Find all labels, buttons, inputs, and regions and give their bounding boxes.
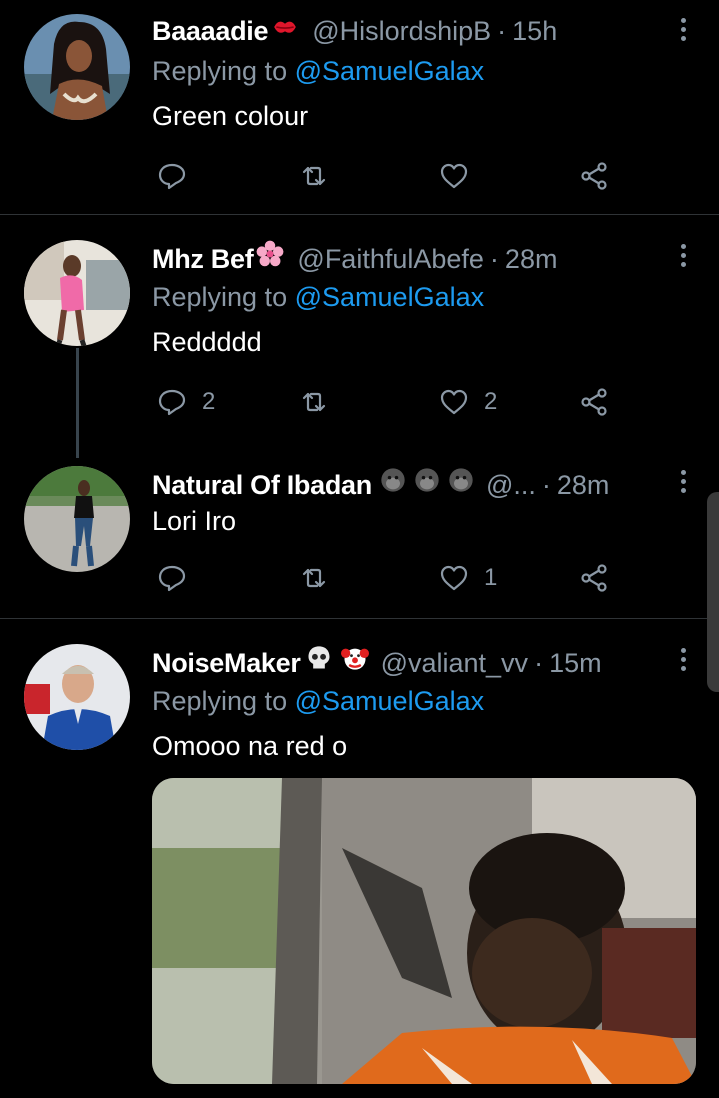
retweet-icon [302, 166, 326, 186]
tweet-header: NoiseMaker @valiant_vv · 15m [152, 644, 671, 678]
share-icon [581, 564, 607, 592]
tweet[interactable]: Baaaadie @HislordshipB · 15h Replying to… [0, 0, 719, 214]
tweet-actions [152, 158, 632, 194]
share-icon [581, 388, 607, 416]
display-name[interactable]: NoiseMaker [152, 648, 301, 679]
timestamp[interactable]: 28m [505, 244, 558, 275]
like-button[interactable]: 2 [438, 384, 497, 420]
reply-icon [158, 389, 186, 416]
reply-count: 2 [202, 388, 216, 415]
replying-to: Replying to @SamuelGalax [152, 56, 484, 87]
divider [0, 214, 719, 215]
separator-dot: · [541, 470, 551, 500]
retweet-button[interactable] [298, 560, 330, 596]
reply-icon [158, 163, 186, 190]
like-icon [440, 565, 468, 591]
display-name[interactable]: Natural Of Ibadan [152, 470, 372, 501]
kiss-mark-emoji [274, 21, 297, 33]
timestamp[interactable]: 15h [512, 16, 557, 47]
handle[interactable]: @valiant_vv [381, 648, 528, 679]
avatar[interactable] [24, 644, 130, 750]
tweet-text: Lori Iro [152, 506, 237, 536]
tweet-header: Baaaadie @HislordshipB · 15h [152, 14, 671, 48]
separator-dot: · [497, 16, 507, 46]
retweet-icon [302, 392, 326, 412]
like-icon [440, 163, 468, 189]
display-name[interactable]: Mhz Bef [152, 244, 254, 275]
more-options-icon[interactable] [679, 244, 687, 270]
display-name[interactable]: Baaaadie [152, 16, 268, 47]
reply-button[interactable] [156, 158, 202, 194]
replying-to-label: Replying to [152, 686, 288, 716]
tweet-media-image[interactable] [152, 778, 696, 1084]
retweet-icon [302, 568, 326, 588]
like-button[interactable] [438, 158, 484, 194]
avatar[interactable] [24, 14, 130, 120]
share-button[interactable] [578, 158, 610, 194]
skull-clown-emoji [303, 644, 371, 672]
tweet-header: Mhz Bef @FaithfulAbefe · 28m [152, 240, 671, 274]
reply-icon [158, 565, 186, 592]
tweet-text: Reddddd [152, 327, 262, 357]
replying-to-link[interactable]: @SamuelGalax [295, 56, 485, 86]
divider [0, 618, 719, 619]
separator-dot: · [489, 244, 499, 274]
tweet[interactable]: Mhz Bef @FaithfulAbefe · 28m Replying to… [0, 226, 719, 456]
like-button[interactable]: 1 [438, 560, 497, 596]
scrollbar[interactable] [707, 492, 719, 692]
handle[interactable]: @... [486, 470, 536, 501]
share-button[interactable] [578, 384, 610, 420]
reply-button[interactable] [156, 560, 202, 596]
separator-dot: · [534, 648, 544, 678]
tweet-actions: 2 2 [152, 384, 632, 420]
replying-to-label: Replying to [152, 56, 288, 86]
cherry-blossom-emoji [256, 240, 284, 267]
like-count: 2 [484, 388, 498, 415]
reply-button[interactable]: 2 [156, 384, 215, 420]
replying-to: Replying to @SamuelGalax [152, 686, 484, 717]
gorilla-emoji [378, 466, 476, 494]
tweet[interactable]: Natural Of Ibadan @... · 28m Lori Iro 1 [0, 452, 719, 618]
more-options-icon[interactable] [679, 18, 687, 44]
tweet-text: Green colour [152, 101, 309, 131]
like-icon [440, 389, 468, 415]
tweet-header: Natural Of Ibadan @... · 28m [152, 466, 671, 500]
replying-to-link[interactable]: @SamuelGalax [295, 686, 485, 716]
timestamp[interactable]: 28m [557, 470, 610, 501]
tweet-text: Omooo na red o [152, 731, 348, 761]
retweet-button[interactable] [298, 158, 330, 194]
replying-to: Replying to @SamuelGalax [152, 282, 484, 313]
share-button[interactable] [578, 560, 610, 596]
handle[interactable]: @HislordshipB [312, 16, 491, 47]
more-options-icon[interactable] [679, 470, 687, 496]
retweet-button[interactable] [298, 384, 330, 420]
share-icon [581, 162, 607, 190]
avatar[interactable] [24, 466, 130, 572]
thread-line [76, 348, 79, 458]
replying-to-label: Replying to [152, 282, 288, 312]
replying-to-link[interactable]: @SamuelGalax [295, 282, 485, 312]
like-count: 1 [484, 564, 498, 591]
tweet-actions: 1 [152, 560, 632, 596]
more-options-icon[interactable] [679, 648, 687, 674]
timestamp[interactable]: 15m [549, 648, 602, 679]
avatar[interactable] [24, 240, 130, 346]
handle[interactable]: @FaithfulAbefe [297, 244, 484, 275]
